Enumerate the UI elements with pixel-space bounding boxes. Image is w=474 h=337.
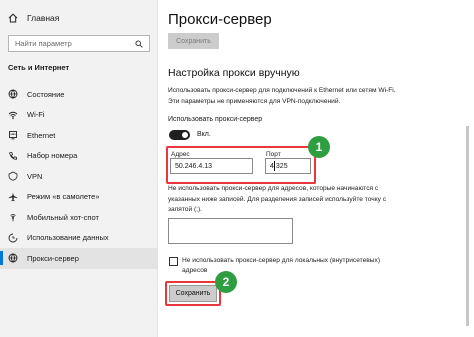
settings-search-input[interactable]: Найти параметр xyxy=(8,35,150,52)
search-placeholder: Найти параметр xyxy=(15,39,72,48)
home-nav-item[interactable]: Главная xyxy=(8,10,59,26)
sidebar-item-proxy[interactable]: Прокси-сервер xyxy=(0,248,158,269)
address-label: Адрес xyxy=(171,151,190,158)
sidebar-item-label: Режим «в самолете» xyxy=(27,192,100,202)
local-bypass-checkbox[interactable] xyxy=(169,257,178,266)
sidebar-item-label: VPN xyxy=(27,171,43,181)
port-input[interactable]: 4 325 xyxy=(265,158,311,174)
sidebar-item-label: Состояние xyxy=(27,89,65,99)
sidebar-item-label: Прокси-сервер xyxy=(27,253,79,263)
use-proxy-toggle[interactable] xyxy=(169,130,190,140)
step-badge-2: 2 xyxy=(215,271,237,293)
globe-icon xyxy=(8,89,18,99)
manual-proxy-heading: Настройка прокси вручную xyxy=(168,67,300,79)
vpn-icon xyxy=(8,171,18,181)
port-value-end: 325 xyxy=(275,162,288,170)
toggle-state-text: Вкл. xyxy=(197,131,211,138)
port-label: Порт xyxy=(266,151,281,158)
ethernet-icon xyxy=(9,131,17,140)
sidebar-item-label: Набор номера xyxy=(27,151,78,161)
sidebar-item-label: Wi-Fi xyxy=(27,110,45,120)
dialup-icon xyxy=(9,151,17,160)
sidebar-nav: Состояние Wi-Fi Ethernet Набор номера VP… xyxy=(0,84,158,269)
wifi-icon xyxy=(8,111,18,119)
settings-sidebar: Главная Найти параметр Сеть и Интернет С… xyxy=(0,0,158,337)
sidebar-item-data-usage[interactable]: Использование данных xyxy=(0,228,158,249)
address-input[interactable]: 50.246.4.13 xyxy=(170,158,253,174)
search-icon xyxy=(135,39,143,48)
home-label: Главная xyxy=(27,13,60,23)
page-title: Прокси-сервер xyxy=(168,11,272,28)
sidebar-item-label: Использование данных xyxy=(27,233,109,243)
save-button[interactable]: Сохранить xyxy=(169,285,217,302)
sidebar-item-wifi[interactable]: Wi-Fi xyxy=(0,105,158,126)
airplane-icon xyxy=(8,192,18,201)
top-save-button[interactable]: Сохранить xyxy=(168,33,219,49)
section-title: Сеть и Интернет xyxy=(8,63,70,72)
sidebar-item-label: Ethernet xyxy=(27,130,56,140)
hotspot-icon xyxy=(10,214,16,222)
use-proxy-label: Использовать прокси-сервер xyxy=(168,116,263,123)
exceptions-textarea[interactable] xyxy=(168,218,293,244)
scrollbar[interactable] xyxy=(466,126,469,326)
sidebar-item-label: Мобильный хот-спот xyxy=(27,212,99,222)
data-usage-icon xyxy=(8,233,18,243)
sidebar-item-ethernet[interactable]: Ethernet xyxy=(0,125,158,146)
sidebar-item-hotspot[interactable]: Мобильный хот-спот xyxy=(0,207,158,228)
sidebar-item-dialup[interactable]: Набор номера xyxy=(0,146,158,167)
exceptions-description: Не использовать прокси-сервер для адресо… xyxy=(168,185,387,213)
home-icon xyxy=(8,13,18,23)
local-bypass-label: Не использовать прокси-сервер для локаль… xyxy=(182,257,381,274)
proxy-icon xyxy=(8,253,18,263)
sidebar-item-vpn[interactable]: VPN xyxy=(0,166,158,187)
sidebar-item-airplane[interactable]: Режим «в самолете» xyxy=(0,187,158,208)
address-value: 50.246.4.13 xyxy=(175,162,212,170)
manual-proxy-description: Использовать прокси-сервер для подключен… xyxy=(168,87,396,105)
text-cursor xyxy=(273,161,275,171)
sidebar-item-status[interactable]: Состояние xyxy=(0,84,158,105)
toggle-knob xyxy=(182,132,188,138)
step-badge-1: 1 xyxy=(308,136,330,158)
